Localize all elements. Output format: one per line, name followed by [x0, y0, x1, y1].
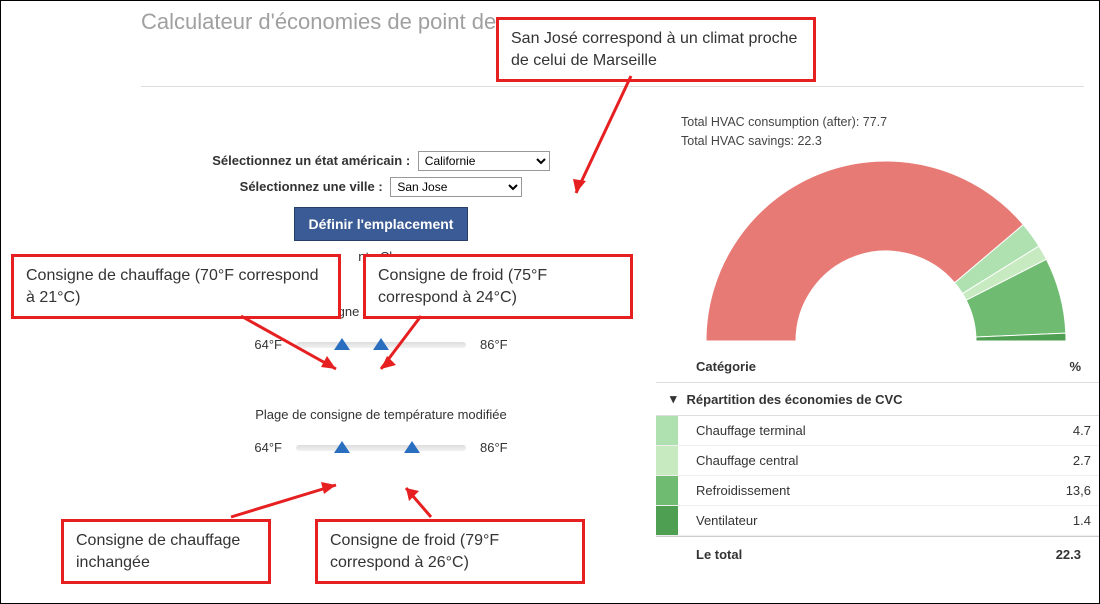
row-label: Chauffage central	[678, 453, 1041, 468]
define-location-button[interactable]: Définir l'emplacement	[294, 207, 469, 241]
initial-heat-handle[interactable]	[334, 338, 350, 350]
initial-range-track[interactable]	[296, 342, 466, 348]
savings-donut-chart	[681, 146, 1091, 341]
modified-cool-handle[interactable]	[404, 441, 420, 453]
callout-heat-same: Consigne de chauffage inchangée	[61, 519, 271, 584]
col-category: Catégorie	[696, 359, 1031, 374]
page-title: Calculateur d'économies de point de	[141, 9, 496, 35]
chevron-down-icon: ▾	[670, 391, 677, 407]
callout-climate: San José correspond à un climat proche d…	[496, 17, 816, 82]
initial-range-max: 86°F	[480, 337, 508, 352]
table-row: Chauffage terminal4.7	[656, 416, 1100, 446]
row-pct: 1.4	[1041, 513, 1100, 528]
divider	[141, 86, 1084, 87]
city-select[interactable]: San Jose	[390, 177, 522, 197]
table-row: Refroidissement13,6	[656, 476, 1100, 506]
modified-heat-handle[interactable]	[334, 441, 350, 453]
state-label: Sélectionnez un état américain :	[212, 153, 410, 168]
row-label: Chauffage terminal	[678, 423, 1041, 438]
expand-label: Répartition des économies de CVC	[687, 392, 903, 407]
modified-range-min: 64°F	[254, 440, 282, 455]
row-color-swatch	[656, 506, 678, 535]
city-label: Sélectionnez une ville :	[240, 179, 383, 194]
table-header: Catégorie %	[656, 351, 1100, 383]
total-label: Le total	[696, 547, 1031, 562]
savings-table: Catégorie % ▾ Répartition des économies …	[656, 351, 1100, 572]
table-row: Chauffage central2.7	[656, 446, 1100, 476]
expand-row[interactable]: ▾ Répartition des économies de CVC	[656, 383, 1100, 416]
row-pct: 13,6	[1041, 483, 1100, 498]
initial-range-min: 64°F	[254, 337, 282, 352]
initial-cool-handle[interactable]	[373, 338, 389, 350]
modified-range-title: Plage de consigne de température modifié…	[141, 407, 621, 422]
consumption-after: Total HVAC consumption (after): 77.7	[681, 113, 887, 132]
total-pct: 22.3	[1031, 547, 1091, 562]
hvac-stats: Total HVAC consumption (after): 77.7 Tot…	[681, 113, 887, 151]
row-color-swatch	[656, 446, 678, 475]
total-row: Le total 22.3	[656, 536, 1100, 572]
callout-cool-75: Consigne de froid (75°F correspond à 24°…	[363, 254, 633, 319]
callout-heat-70: Consigne de chauffage (70°F correspond à…	[11, 254, 341, 319]
callout-cool-79: Consigne de froid (79°F correspond à 26°…	[315, 519, 585, 584]
modified-range-track[interactable]	[296, 445, 466, 451]
row-pct: 2.7	[1041, 453, 1100, 468]
col-percent: %	[1031, 359, 1091, 374]
table-row: Ventilateur1.4	[656, 506, 1100, 536]
modified-range-section: Plage de consigne de température modifié…	[141, 407, 621, 455]
app-frame: Calculateur d'économies de point de Séle…	[0, 0, 1100, 604]
modified-range-max: 86°F	[480, 440, 508, 455]
row-color-swatch	[656, 476, 678, 505]
row-label: Refroidissement	[678, 483, 1041, 498]
row-label: Ventilateur	[678, 513, 1041, 528]
row-pct: 4.7	[1041, 423, 1100, 438]
row-color-swatch	[656, 416, 678, 445]
state-select[interactable]: Californie	[418, 151, 550, 171]
